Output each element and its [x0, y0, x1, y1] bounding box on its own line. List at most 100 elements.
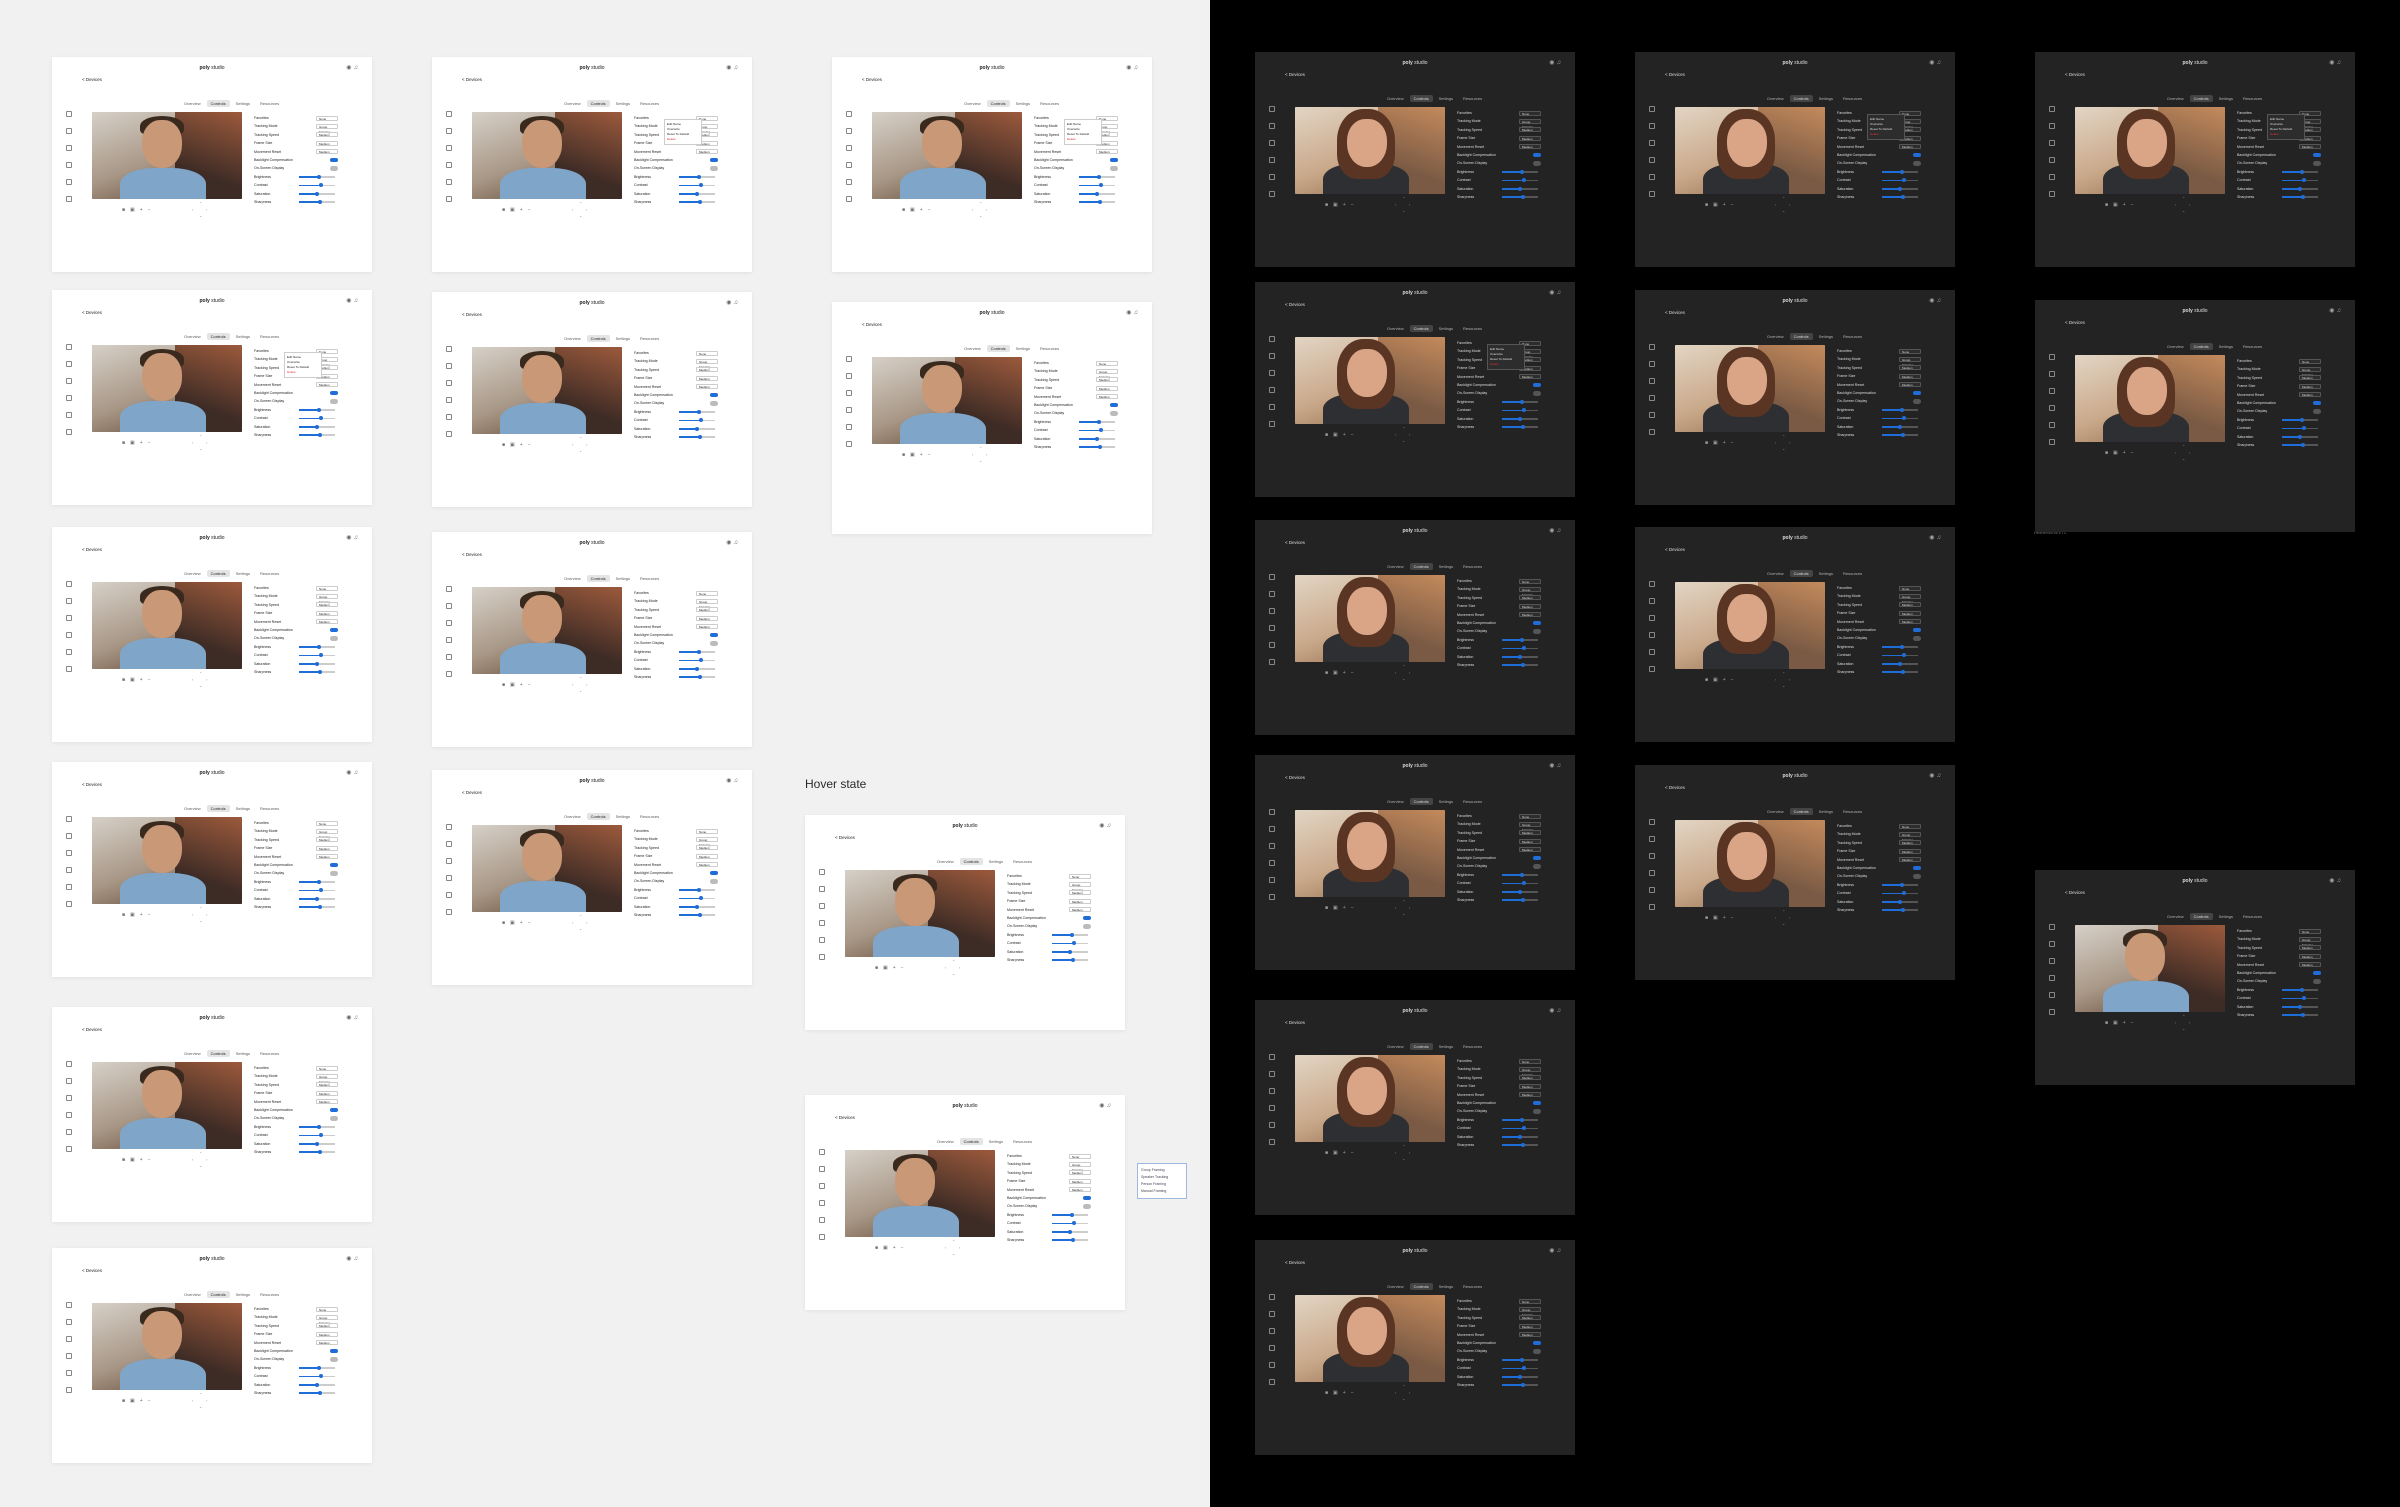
tab-controls[interactable]: Controls: [959, 1138, 983, 1145]
setting-dropdown[interactable]: Medium: [2299, 953, 2321, 959]
calendar-icon[interactable]: [446, 380, 452, 386]
slider-knob[interactable]: [1898, 424, 1902, 429]
setting-slider[interactable]: [299, 199, 335, 204]
chevron-up-icon[interactable]: ⌃: [199, 906, 202, 911]
setting-slider[interactable]: [679, 426, 715, 431]
setting-dropdown[interactable]: None: [696, 828, 718, 834]
slider-knob[interactable]: [1900, 669, 1905, 674]
chevron-right-icon[interactable]: ›: [1409, 905, 1410, 910]
back-to-devices-link[interactable]: < Devices: [1285, 1020, 1305, 1025]
setting-dropdown[interactable]: Medium: [1899, 602, 1921, 608]
setting-slider[interactable]: [299, 424, 335, 429]
setting-slider[interactable]: [299, 191, 335, 196]
zoom-out-icon[interactable]: −: [528, 682, 531, 688]
setting-toggle[interactable]: [330, 1357, 338, 1362]
setting-dropdown[interactable]: Medium: [1899, 373, 1921, 379]
setting-dropdown[interactable]: Medium: [316, 1323, 338, 1329]
tab-resources[interactable]: Resources: [636, 575, 663, 582]
setting-slider[interactable]: [679, 434, 715, 439]
setting-dropdown[interactable]: Medium: [1069, 890, 1091, 896]
zoom-in-icon[interactable]: +: [520, 682, 523, 688]
list-icon[interactable]: [66, 395, 72, 401]
pan-tilt-dpad[interactable]: ⌃ ‹ › ⌄: [945, 959, 961, 976]
setting-dropdown[interactable]: Group Framing: [696, 836, 718, 847]
setting-toggle[interactable]: [330, 157, 338, 163]
slider-knob[interactable]: [318, 653, 323, 658]
chevron-up-icon[interactable]: ⌃: [579, 436, 582, 441]
account-icon[interactable]: ◉: [1126, 65, 1133, 71]
back-to-devices-link[interactable]: < Devices: [1665, 72, 1685, 77]
tab-settings[interactable]: Settings: [1435, 95, 1457, 102]
setting-slider[interactable]: [1882, 424, 1918, 429]
device-icon[interactable]: [1269, 1071, 1275, 1077]
back-to-devices-link[interactable]: < Devices: [2065, 320, 2085, 325]
account-icon[interactable]: ◉: [726, 778, 733, 784]
account-icon[interactable]: ◉: [726, 65, 733, 71]
chevron-left-icon[interactable]: ‹: [1395, 432, 1396, 437]
calendar-icon[interactable]: [66, 850, 72, 856]
back-to-devices-link[interactable]: < Devices: [1285, 775, 1305, 780]
setting-slider[interactable]: [299, 1390, 335, 1395]
chevron-down-icon[interactable]: ⌄: [199, 213, 202, 218]
tab-settings[interactable]: Settings: [1815, 570, 1837, 577]
setting-dropdown[interactable]: Medium: [316, 140, 338, 146]
video-icon[interactable]: ■: [122, 1157, 125, 1163]
setting-toggle[interactable]: [2313, 152, 2321, 158]
slider-knob[interactable]: [696, 409, 701, 414]
video-icon[interactable]: ■: [1705, 202, 1708, 208]
setting-toggle[interactable]: [330, 390, 338, 396]
account-icon[interactable]: ◉: [346, 770, 353, 776]
chevron-right-icon[interactable]: ›: [2189, 202, 2190, 207]
snapshot-icon[interactable]: ▣: [1713, 915, 1718, 921]
back-to-devices-link[interactable]: < Devices: [1285, 1260, 1305, 1265]
chevron-left-icon[interactable]: ‹: [972, 207, 973, 212]
calendar-icon[interactable]: [1269, 608, 1275, 614]
setting-toggle[interactable]: [710, 392, 718, 398]
setting-toggle[interactable]: [1110, 411, 1118, 416]
tab-overview[interactable]: Overview: [560, 100, 585, 107]
video-icon[interactable]: ■: [502, 442, 505, 448]
zoom-in-icon[interactable]: +: [920, 207, 923, 213]
setting-dropdown[interactable]: Medium: [1899, 848, 1921, 854]
home-icon[interactable]: [1269, 336, 1275, 342]
tracking-option[interactable]: Speaker Tracking: [1141, 1174, 1183, 1181]
slider-knob[interactable]: [317, 1149, 322, 1154]
back-to-devices-link[interactable]: < Devices: [1285, 72, 1305, 77]
menu-item[interactable]: Delete: [2270, 132, 2302, 137]
setting-dropdown[interactable]: Medium: [316, 1340, 338, 1346]
zoom-in-icon[interactable]: +: [1343, 1150, 1346, 1156]
slider-knob[interactable]: [1519, 1357, 1524, 1362]
list-icon[interactable]: [66, 162, 72, 168]
grid-icon[interactable]: [66, 412, 72, 418]
device-icon[interactable]: [66, 833, 72, 839]
list-icon[interactable]: [446, 637, 452, 643]
slider-knob[interactable]: [1521, 1126, 1526, 1131]
tab-settings[interactable]: Settings: [1012, 345, 1034, 352]
grid-icon[interactable]: [819, 1217, 825, 1223]
video-icon[interactable]: ■: [122, 440, 125, 446]
setting-slider[interactable]: [2282, 442, 2318, 447]
setting-toggle[interactable]: [330, 627, 338, 633]
setting-dropdown[interactable]: Medium: [316, 1099, 338, 1105]
setting-dropdown[interactable]: Group Framing: [1519, 1306, 1541, 1317]
tab-resources[interactable]: Resources: [256, 805, 283, 812]
tab-controls[interactable]: Controls: [586, 100, 610, 107]
snapshot-icon[interactable]: ▣: [510, 682, 515, 688]
setting-dropdown[interactable]: Group Framing: [1069, 881, 1091, 892]
account-icon[interactable]: ◉: [1099, 1103, 1106, 1109]
snapshot-icon[interactable]: ▣: [130, 440, 135, 446]
slider-knob[interactable]: [1070, 1237, 1075, 1242]
snapshot-icon[interactable]: ▣: [910, 207, 915, 213]
snapshot-icon[interactable]: ▣: [1333, 1150, 1338, 1156]
chevron-down-icon[interactable]: ⌄: [1782, 683, 1785, 688]
zoom-out-icon[interactable]: −: [1351, 905, 1354, 911]
setting-dropdown[interactable]: Medium: [316, 1090, 338, 1096]
setting-dropdown[interactable]: Group Framing: [316, 123, 338, 134]
zoom-out-icon[interactable]: −: [528, 920, 531, 926]
tab-settings[interactable]: Settings: [612, 813, 634, 820]
back-to-devices-link[interactable]: < Devices: [82, 547, 102, 552]
chevron-right-icon[interactable]: ›: [959, 1245, 960, 1250]
settings-icon[interactable]: [1649, 904, 1655, 910]
tab-resources[interactable]: Resources: [2239, 913, 2266, 920]
menu-item[interactable]: Delete: [1490, 362, 1522, 367]
